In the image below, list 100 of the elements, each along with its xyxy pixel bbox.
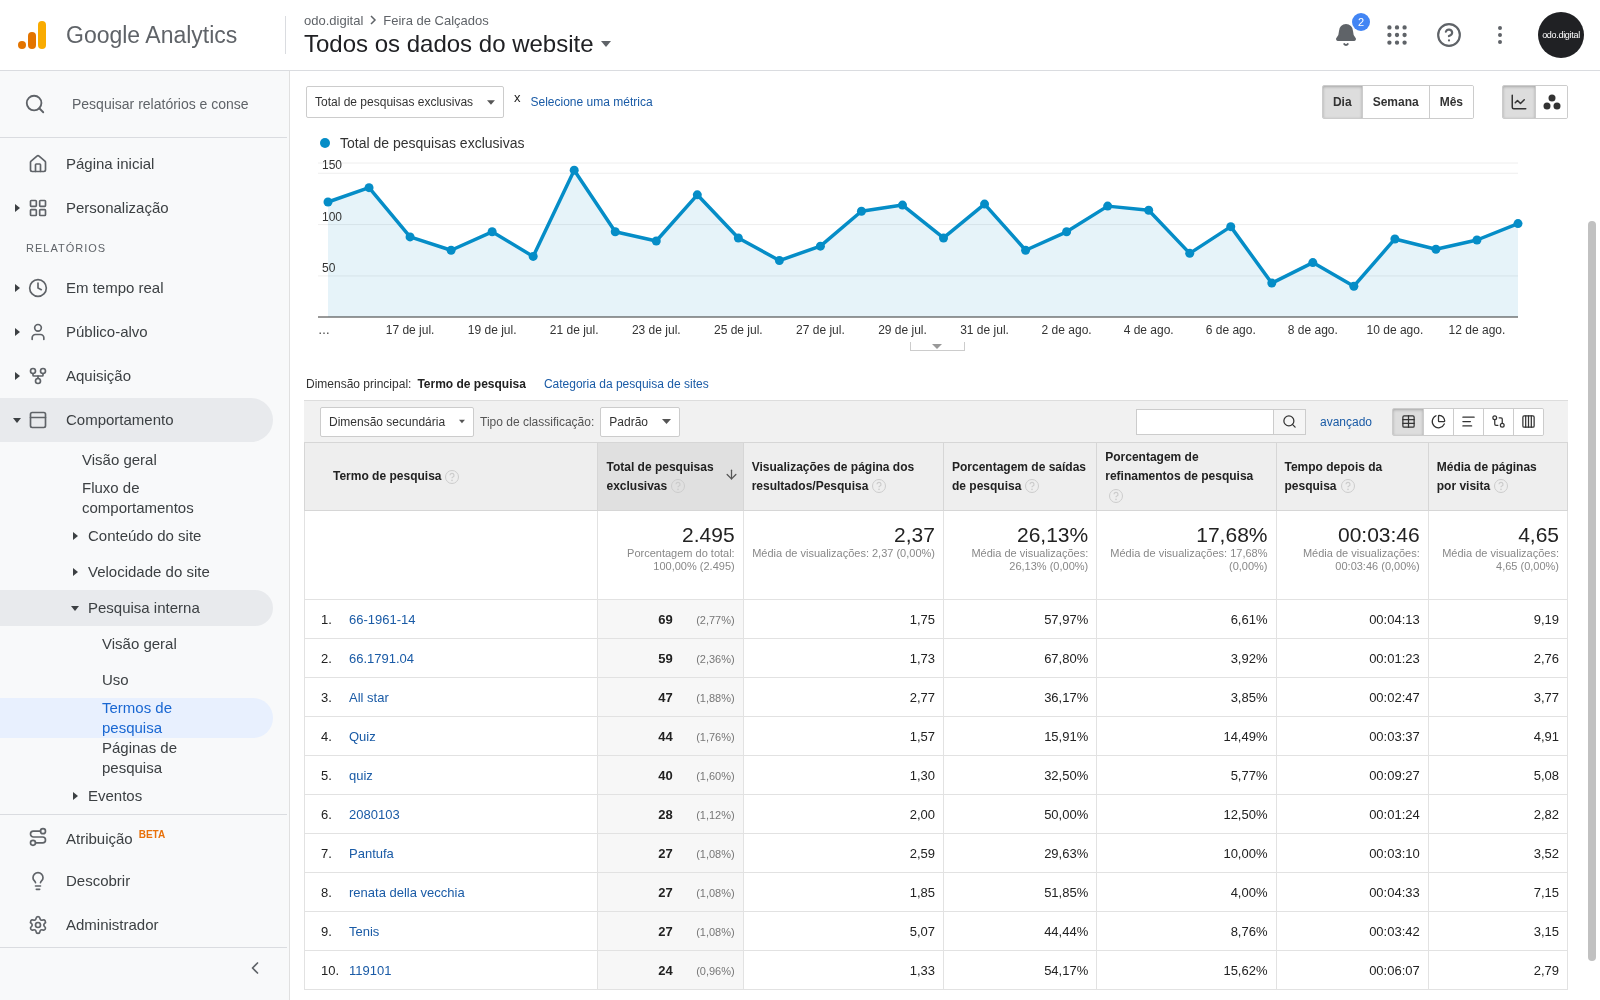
data-point[interactable] (446, 245, 456, 255)
data-point[interactable] (939, 233, 948, 243)
nav-subitem[interactable]: Pesquisa interna (0, 590, 273, 626)
data-point[interactable] (1021, 245, 1031, 255)
column-header[interactable]: Total de pesquisas exclusivas (597, 442, 744, 511)
data-point[interactable] (1226, 222, 1236, 232)
search-term-link[interactable]: renata della vecchia (349, 884, 465, 900)
search-term-link[interactable]: 66-1961-14 (349, 611, 416, 627)
data-point[interactable] (405, 232, 415, 242)
caret-down-icon[interactable] (13, 417, 21, 423)
data-point[interactable] (980, 199, 990, 209)
notifications-button[interactable]: 2 (1334, 13, 1370, 47)
nav-item[interactable]: Administrador (0, 903, 273, 947)
data-point[interactable] (1472, 235, 1482, 245)
table-search-field[interactable] (1135, 408, 1306, 435)
column-header[interactable]: Média de páginas por visita (1428, 442, 1568, 511)
nav-item[interactable]: Comportamento (0, 398, 273, 442)
dimension-option[interactable]: Categoria da pesquisa de sites (543, 377, 709, 391)
caret-right-icon[interactable] (14, 372, 20, 380)
view-selector[interactable]: Todos os dados do website (304, 29, 612, 58)
chart-expander[interactable] (909, 342, 965, 351)
caret-down-icon[interactable] (71, 605, 79, 611)
data-point[interactable] (569, 165, 579, 175)
caret-right-icon[interactable] (72, 532, 78, 540)
column-header[interactable]: Visualizações de página dos resultados/Pesquisa (743, 442, 944, 511)
nav-item[interactable]: Em tempo real (0, 266, 273, 310)
scrollbar[interactable] (1588, 221, 1596, 961)
data-point[interactable] (692, 190, 702, 200)
data-point[interactable] (1308, 258, 1318, 268)
apps-icon[interactable] (1384, 22, 1410, 48)
nav-subitem[interactable]: Termos de pesquisa (0, 698, 273, 738)
metric-dropdown[interactable]: Total de pesquisas exclusivas (306, 86, 504, 118)
nav-subitem[interactable]: Uso (0, 662, 273, 698)
caret-right-icon[interactable] (14, 204, 20, 212)
search-term-link[interactable]: 66.1791.04 (349, 650, 415, 666)
bars-view-icon[interactable] (1453, 408, 1483, 435)
column-header[interactable]: Tempo depois da pesquisa (1276, 442, 1429, 511)
data-point[interactable] (1062, 227, 1072, 237)
column-header[interactable]: Termo de pesquisa (304, 442, 598, 511)
nav-subitem[interactable]: Páginas de pesquisa (0, 738, 273, 778)
data-point[interactable] (487, 227, 497, 237)
data-point[interactable] (364, 183, 374, 193)
search-field[interactable]: Pesquisar relatórios e conse (70, 95, 255, 113)
secondary-dimension-dropdown[interactable]: Dimensão secundária (320, 406, 474, 437)
line-chart-icon[interactable] (1503, 86, 1535, 118)
data-point[interactable] (651, 236, 661, 246)
search-term-link[interactable]: Tenis (349, 923, 380, 939)
add-metric-link[interactable]: Selecione uma métrica (530, 95, 653, 109)
nav-subitem[interactable]: Visão geral (0, 626, 273, 662)
data-point[interactable] (1185, 248, 1195, 258)
nav-subitem[interactable]: Visão geral (0, 442, 273, 478)
comparison-view-icon[interactable] (1483, 408, 1513, 435)
search-term-link[interactable]: All star (349, 689, 389, 705)
nav-subitem[interactable]: Velocidade do site (0, 554, 273, 590)
period-button[interactable]: Mês (1428, 86, 1473, 118)
dimension-option[interactable]: Termo de pesquisa (417, 377, 526, 391)
search-term-link[interactable]: Pantufa (349, 845, 394, 861)
table-view-icon[interactable] (1393, 408, 1423, 435)
data-point[interactable] (1513, 219, 1523, 229)
data-point[interactable] (1431, 244, 1441, 254)
remove-metric[interactable]: x (514, 89, 521, 105)
data-point[interactable] (856, 206, 866, 216)
help-icon[interactable] (1436, 22, 1462, 48)
data-point[interactable] (1267, 278, 1277, 288)
period-button[interactable]: Dia (1322, 86, 1362, 118)
pivot-view-icon[interactable] (1513, 408, 1543, 435)
account-avatar[interactable]: odo.digital (1538, 12, 1584, 58)
breadcrumb-item[interactable]: Feira de Calçados (383, 12, 489, 28)
nav-subitem[interactable]: Fluxo de comportamentos (0, 478, 273, 518)
nav-item[interactable]: Atribuição $^{BETA}$ (0, 815, 273, 859)
data-point[interactable] (733, 233, 743, 243)
caret-right-icon[interactable] (14, 284, 20, 292)
advanced-link[interactable]: avançado (1319, 414, 1372, 429)
caret-right-icon[interactable] (72, 568, 78, 576)
nav-item[interactable]: Página inicial (0, 142, 273, 186)
data-point[interactable] (1349, 281, 1359, 291)
nav-subitem[interactable]: Eventos (0, 778, 273, 814)
nav-item[interactable]: Descobrir (0, 859, 273, 903)
column-header[interactable]: Porcentagem de refinamentos de pesquisa (1096, 442, 1276, 511)
data-point[interactable] (1103, 201, 1113, 211)
data-point[interactable] (898, 200, 907, 210)
search-button[interactable] (1272, 409, 1305, 434)
data-point[interactable] (610, 227, 620, 237)
search-term-link[interactable]: 2080103 (349, 806, 400, 822)
column-header[interactable]: Porcentagem de saídas de pesquisa (943, 442, 1097, 511)
breadcrumb-item[interactable]: odo.digital (304, 12, 364, 28)
data-point[interactable] (323, 197, 333, 207)
data-point[interactable] (528, 251, 538, 261)
nav-subitem[interactable]: Conteúdo do site (0, 518, 273, 554)
data-point[interactable] (1144, 205, 1154, 215)
data-point[interactable] (815, 241, 825, 251)
caret-right-icon[interactable] (14, 328, 20, 336)
nav-item[interactable]: Público-alvo (0, 310, 273, 354)
nav-item[interactable]: Personalização (0, 186, 273, 230)
data-point[interactable] (1390, 234, 1400, 244)
data-point[interactable] (774, 256, 784, 266)
search-term-link[interactable]: 119101 (349, 962, 392, 978)
bubbles-icon[interactable] (1535, 86, 1567, 118)
nav-item[interactable]: Aquisição (0, 354, 273, 398)
pie-view-icon[interactable] (1423, 408, 1453, 435)
